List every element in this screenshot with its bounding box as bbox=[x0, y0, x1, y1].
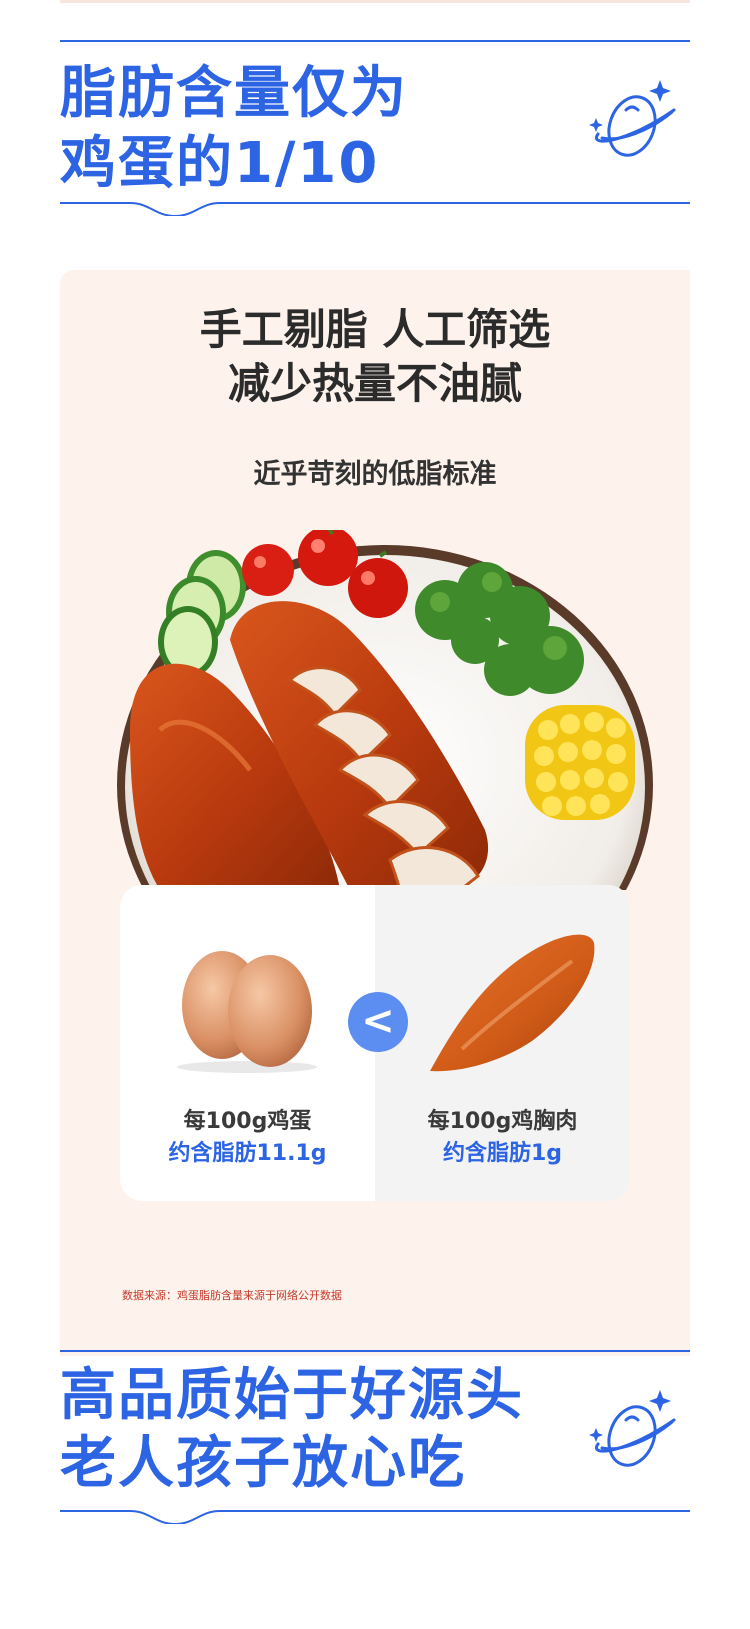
header-rule-top bbox=[60, 1350, 690, 1352]
header-rule-bottom bbox=[60, 202, 690, 216]
top-divider-strip bbox=[60, 0, 690, 3]
panel-headline-line-1: 手工剔脂 人工筛选 bbox=[199, 305, 551, 354]
section-title-line-2: 老人孩子放心吃 bbox=[60, 1431, 466, 1496]
section-header-fat: 脂肪含量仅为 鸡蛋的1/10 bbox=[60, 40, 690, 230]
panel-subhead: 近乎苛刻的低脂标准 bbox=[253, 459, 497, 490]
chicken-caption-line-1: 每100g鸡胸肉 bbox=[427, 1109, 578, 1134]
egg-caption-line-2: 约含脂肪11.1g bbox=[168, 1141, 327, 1166]
chicken-breast-icon bbox=[430, 934, 595, 1072]
low-fat-panel: 手工剔脂 人工筛选 减少热量不油腻 近乎苛刻的低脂标准 每100g鸡蛋 约含脂肪… bbox=[60, 270, 690, 1356]
planet-icon bbox=[589, 80, 676, 157]
chicken-plate-photo bbox=[117, 530, 653, 890]
less-than-badge: < bbox=[348, 992, 408, 1052]
fat-comparison-card: 每100g鸡蛋 约含脂肪11.1g < 每100g鸡胸肉 约含脂肪1g bbox=[120, 885, 630, 1201]
section-title-line-2: 鸡蛋的1/10 bbox=[60, 131, 380, 196]
panel-headline-line-2: 减少热量不油腻 bbox=[227, 359, 522, 408]
section-header-quality: 高品质始于好源头 老人孩子放心吃 bbox=[60, 1350, 690, 1540]
section-title-line-1: 脂肪含量仅为 bbox=[60, 61, 408, 126]
chicken-caption-line-2: 约含脂肪1g bbox=[442, 1141, 563, 1166]
section-title-line-1: 高品质始于好源头 bbox=[60, 1363, 524, 1428]
header-rule-bottom bbox=[60, 1510, 690, 1524]
data-source-note: 数据来源：鸡蛋脂肪含量来源于网络公开数据 bbox=[122, 1289, 342, 1302]
planet-icon bbox=[589, 1390, 676, 1467]
header-rule-top bbox=[60, 40, 690, 42]
egg-caption-line-1: 每100g鸡蛋 bbox=[183, 1109, 312, 1134]
eggs-icon bbox=[177, 951, 317, 1073]
